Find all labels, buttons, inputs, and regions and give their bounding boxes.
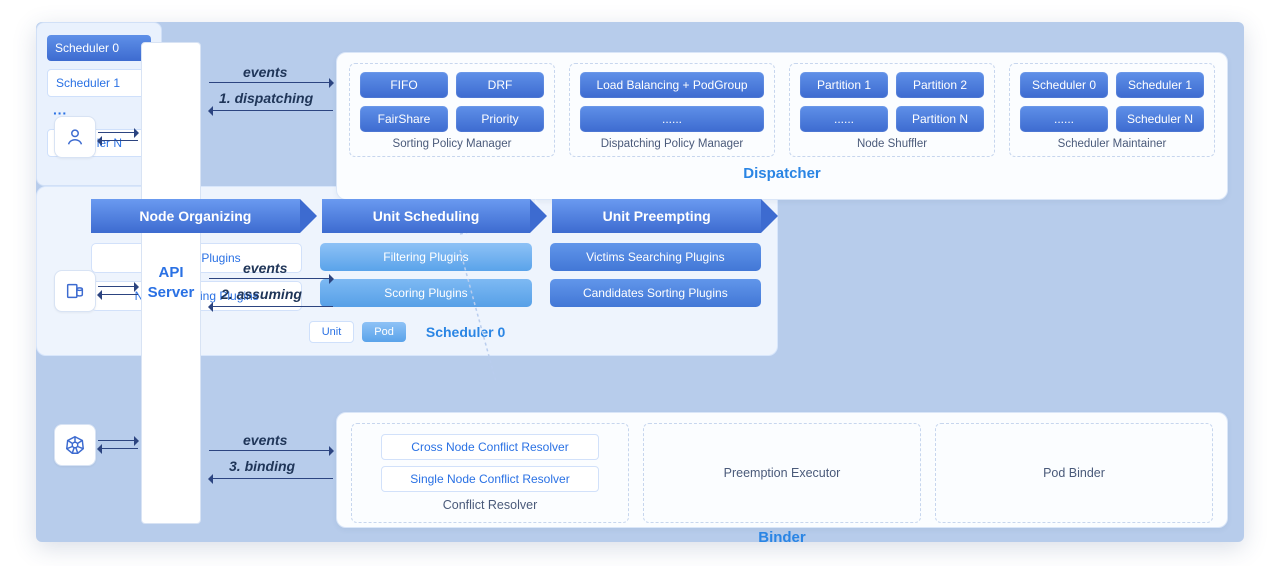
maint-sched-1: Scheduler 1 — [1116, 72, 1204, 98]
dispatching-policy-manager: Load Balancing + PodGroup ...... Dispatc… — [569, 63, 775, 157]
policy-drf: DRF — [456, 72, 544, 98]
architecture-diagram: API Server events 1. dispatching events … — [36, 22, 1244, 542]
sorting-title: Sorting Policy Manager — [360, 138, 544, 150]
conflict-resolver: Cross Node Conflict Resolver Single Node… — [351, 423, 629, 523]
scheduler-list-item-0: Scheduler 0 — [47, 35, 151, 61]
scheduler-0-title: Scheduler 0 — [426, 324, 505, 340]
single-node-conflict-resolver: Single Node Conflict Resolver — [381, 466, 599, 492]
events-label: events — [243, 64, 287, 80]
maint-sched-more: ...... — [1020, 106, 1108, 132]
policy-fairshare: FairShare — [360, 106, 448, 132]
api-server: API Server — [141, 42, 201, 524]
dispatching-title: Dispatching Policy Manager — [580, 138, 764, 150]
dispatch-loadbalancing: Load Balancing + PodGroup — [580, 72, 764, 98]
conflict-resolver-title: Conflict Resolver — [443, 498, 537, 512]
step-unit-scheduling: Unit Scheduling — [322, 199, 531, 233]
candidates-sorting-plugins: Candidates Sorting Plugins — [550, 279, 761, 307]
dispatch-more: ...... — [580, 106, 764, 132]
scheduler-maintainer: Scheduler 0 Scheduler 1 ...... Scheduler… — [1009, 63, 1215, 157]
database-icon — [54, 270, 96, 312]
policy-fifo: FIFO — [360, 72, 448, 98]
client-icons — [54, 116, 96, 466]
assuming-label: 2. assuming — [221, 286, 302, 302]
dispatcher-title: Dispatcher — [349, 165, 1215, 182]
tag-pod: Pod — [362, 322, 406, 342]
step-unit-preempting: Unit Preempting — [552, 199, 761, 233]
shuffler-title: Node Shuffler — [800, 138, 984, 150]
pod-binder: Pod Binder — [935, 423, 1213, 523]
events-label-3: events — [243, 432, 287, 448]
kubernetes-icon — [54, 424, 96, 466]
tag-unit: Unit — [309, 321, 355, 343]
policy-priority: Priority — [456, 106, 544, 132]
events-label-2: events — [243, 260, 287, 276]
victims-searching-plugins: Victims Searching Plugins — [550, 243, 761, 271]
scheduler-list-item-1: Scheduler 1 — [47, 69, 151, 97]
preemption-executor-label: Preemption Executor — [724, 466, 841, 480]
maint-sched-0: Scheduler 0 — [1020, 72, 1108, 98]
step-node-organizing: Node Organizing — [91, 199, 300, 233]
cross-node-conflict-resolver: Cross Node Conflict Resolver — [381, 434, 599, 460]
dispatching-label: 1. dispatching — [219, 90, 313, 106]
dispatcher-panel: FIFO DRF FairShare Priority Sorting Poli… — [336, 52, 1228, 200]
pod-binder-label: Pod Binder — [1043, 466, 1105, 480]
partition-more: ...... — [800, 106, 888, 132]
maintainer-title: Scheduler Maintainer — [1020, 138, 1204, 150]
partition-1: Partition 1 — [800, 72, 888, 98]
scoring-plugins: Scoring Plugins — [320, 279, 531, 307]
binding-label: 3. binding — [229, 458, 295, 474]
binder-title: Binder — [351, 529, 1213, 546]
filtering-plugins: Filtering Plugins — [320, 243, 531, 271]
node-shuffler: Partition 1 Partition 2 ...... Partition… — [789, 63, 995, 157]
preemption-executor: Preemption Executor — [643, 423, 921, 523]
user-icon — [54, 116, 96, 158]
partition-2: Partition 2 — [896, 72, 984, 98]
maint-sched-n: Scheduler N — [1116, 106, 1204, 132]
sorting-policy-manager: FIFO DRF FairShare Priority Sorting Poli… — [349, 63, 555, 157]
api-server-label: API Server — [148, 263, 195, 304]
binder-panel: Cross Node Conflict Resolver Single Node… — [336, 412, 1228, 528]
partition-n: Partition N — [896, 106, 984, 132]
